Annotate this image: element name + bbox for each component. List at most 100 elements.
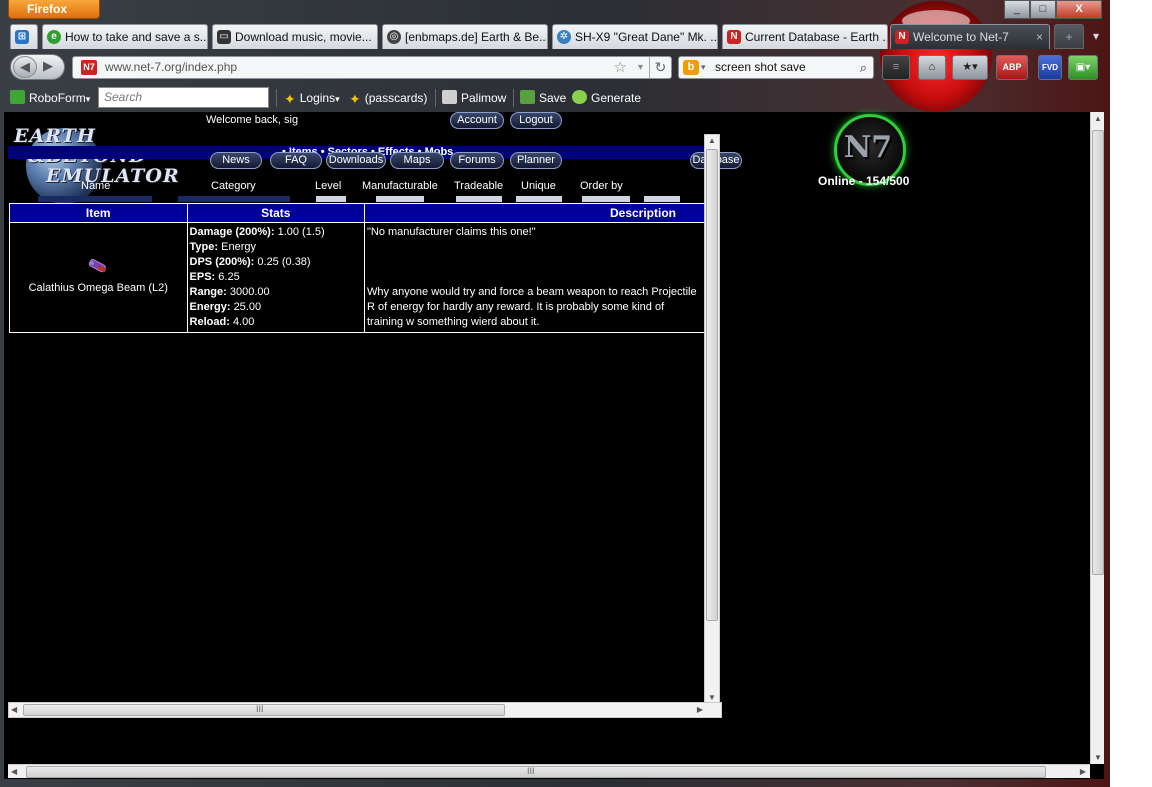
nav-forums[interactable]: Forums <box>450 152 504 169</box>
roboform-search-input[interactable]: Search <box>98 87 269 108</box>
page-scroll-down-arrow-icon[interactable]: ▼ <box>1094 753 1102 762</box>
bing-search-engine-icon[interactable]: b <box>683 60 699 75</box>
minimize-button[interactable]: _ <box>1004 0 1030 19</box>
roboform-toolbar: RoboForm▾ Search ✦ Logins▾ ✦ (passcards) P… <box>0 85 1110 111</box>
toolbar-separator <box>513 89 514 107</box>
filter-level-label: Level <box>315 180 342 192</box>
stat-line: Range: 3000.00 <box>189 286 270 298</box>
page-scroll-up-arrow-icon[interactable]: ▲ <box>1094 114 1102 123</box>
page-horizontal-scroll-thumb[interactable]: III <box>26 766 1046 778</box>
logout-button[interactable]: Logout <box>510 112 562 129</box>
url-text: www.net-7.org/index.php <box>105 60 238 74</box>
back-forward-buttons: ◀ ▶ <box>10 54 65 80</box>
new-tab-button[interactable]: + <box>1054 24 1084 49</box>
item-cell[interactable]: Calathius Omega Beam (L2) <box>9 222 188 333</box>
back-arrow-icon[interactable]: ◀ <box>13 56 37 78</box>
home-icon[interactable]: ⌂ <box>918 55 946 80</box>
page-scroll-left-arrow-icon[interactable]: ◀ <box>11 767 17 776</box>
menu-lines-icon[interactable]: ≡ <box>882 55 910 80</box>
filter-order-by-select[interactable] <box>582 196 630 202</box>
generate-button[interactable]: Generate <box>572 90 641 106</box>
column-header-item: Item <box>9 203 188 223</box>
roboform-icon <box>10 90 25 104</box>
page-viewport: EARTH &BEYOND EMULATOR • Items • Sectors… <box>4 112 1104 779</box>
identity-card-icon <box>442 90 457 104</box>
tab-download-music[interactable]: ▭ Download music, movie... <box>212 24 378 49</box>
fvd-downloader-icon[interactable]: FVD <box>1038 55 1062 80</box>
bookmark-star-icon[interactable]: ☆ <box>614 57 627 78</box>
frame-vertical-scroll-thumb[interactable] <box>706 149 718 621</box>
filter-level-select[interactable] <box>316 196 346 202</box>
nav-planner[interactable]: Planner <box>510 152 562 169</box>
tab-current-database[interactable]: N Current Database - Earth ... <box>722 24 888 49</box>
tab-label: Current Database - Earth ... <box>745 30 888 44</box>
scroll-left-arrow-icon[interactable]: ◀ <box>11 705 17 714</box>
bookmarks-icon[interactable]: ★▾ <box>952 55 988 80</box>
search-icon[interactable]: ⌕ <box>860 57 867 78</box>
description-cell: "No manufacturer claims this one!" Why a… <box>364 222 705 333</box>
tab-label: [enbmaps.de] Earth & Be... <box>405 30 548 44</box>
page-vertical-scrollbar[interactable]: ▲ ▼ <box>1090 112 1104 764</box>
table-row: Calathius Omega Beam (L2) Damage (200%):… <box>9 222 705 333</box>
url-dropdown-chevron-icon[interactable]: ▾ <box>638 57 643 78</box>
filter-manufacturable-select[interactable] <box>376 196 424 202</box>
nav-maps[interactable]: Maps <box>390 152 444 169</box>
roboform-toolbar-icon[interactable]: ▣▾ <box>1068 55 1098 80</box>
n7-site-icon: N7 <box>81 60 97 75</box>
tab-windows[interactable]: ⊞ <box>10 24 38 49</box>
search-bar[interactable]: b ▾ screen shot save ⌕ <box>678 56 874 79</box>
reload-icon[interactable]: ↻ <box>649 57 671 78</box>
frame-vertical-scrollbar[interactable]: ▲ ▼ <box>704 134 720 704</box>
logins-button[interactable]: ✦ Logins▾ <box>284 90 340 107</box>
tab-enbmaps[interactable]: ◎ [enbmaps.de] Earth & Be... <box>382 24 548 49</box>
tab-welcome-net7[interactable]: N Welcome to Net-7 × <box>890 24 1050 49</box>
passcards-button[interactable]: ✦ (passcards) <box>349 90 427 107</box>
account-button[interactable]: Account <box>450 112 504 129</box>
tab-close-icon[interactable]: × <box>1036 25 1043 49</box>
url-bar[interactable]: N7 www.net-7.org/index.php ☆ ▾ ↻ <box>72 56 672 79</box>
page-scroll-right-arrow-icon[interactable]: ▶ <box>1080 767 1086 776</box>
page-horizontal-scrollbar[interactable]: ◀ III ▶ <box>8 764 1090 778</box>
stat-line: DPS (200%): 0.25 (0.38) <box>189 256 311 268</box>
close-button[interactable]: X <box>1056 0 1102 19</box>
nav-downloads[interactable]: Downloads <box>326 152 386 169</box>
page-vertical-scroll-thumb[interactable] <box>1092 130 1104 575</box>
gear-icon: ✲ <box>557 30 571 44</box>
maximize-button[interactable]: □ <box>1030 0 1056 19</box>
navigation-bar: ◀ ▶ N7 www.net-7.org/index.php ☆ ▾ ↻ b ▾… <box>0 51 1110 83</box>
scroll-grip: III <box>256 704 264 714</box>
forward-arrow-icon[interactable]: ▶ <box>43 58 53 74</box>
scroll-right-arrow-icon[interactable]: ▶ <box>697 705 703 714</box>
filter-name-input[interactable] <box>38 196 152 202</box>
tab-list-chevron-down-icon[interactable]: ▾ <box>1086 24 1106 49</box>
save-button[interactable]: Save <box>520 90 566 106</box>
target-icon: ◎ <box>387 30 401 44</box>
filter-tradeable-select[interactable] <box>456 196 502 202</box>
adblock-icon[interactable]: ABP <box>996 55 1028 80</box>
frame-horizontal-scroll-thumb[interactable]: III <box>23 704 505 716</box>
filter-category-select[interactable] <box>178 196 290 202</box>
tab-how-to-save[interactable]: e How to take and save a s... <box>42 24 208 49</box>
nav-faq[interactable]: FAQ <box>270 152 322 169</box>
filter-search-button[interactable] <box>644 196 680 202</box>
items-table: Item Stats Description Calathius Omega B… <box>9 203 705 333</box>
filter-unique-select[interactable] <box>516 196 562 202</box>
online-count: Online - 154/500 <box>818 174 910 188</box>
n7-icon: N <box>895 30 909 44</box>
welcome-text: Welcome back, sig <box>206 114 299 126</box>
item-name[interactable]: Calathius Omega Beam (L2) <box>29 282 168 294</box>
scroll-down-arrow-icon[interactable]: ▼ <box>708 693 716 702</box>
firefox-menu-button[interactable]: Firefox <box>8 0 100 19</box>
toolbar-separator <box>276 89 277 107</box>
tab-label: Welcome to Net-7 <box>913 30 1009 44</box>
filter-unique-label: Unique <box>521 180 556 192</box>
frame-horizontal-scrollbar[interactable]: ◀ III ▶ <box>8 702 722 718</box>
palimow-button[interactable]: Palimow <box>442 90 506 106</box>
search-engine-chevron-icon[interactable]: ▾ <box>701 57 706 78</box>
filter-tradeable-label: Tradeable <box>454 180 504 192</box>
roboform-menu-button[interactable]: RoboForm▾ <box>10 90 90 107</box>
nav-news[interactable]: News <box>210 152 262 169</box>
tab-strip: ⊞ e How to take and save a s... ▭ Downlo… <box>10 24 1110 50</box>
scroll-up-arrow-icon[interactable]: ▲ <box>708 136 716 145</box>
tab-great-dane[interactable]: ✲ SH-X9 "Great Dane" Mk. ... <box>552 24 718 49</box>
